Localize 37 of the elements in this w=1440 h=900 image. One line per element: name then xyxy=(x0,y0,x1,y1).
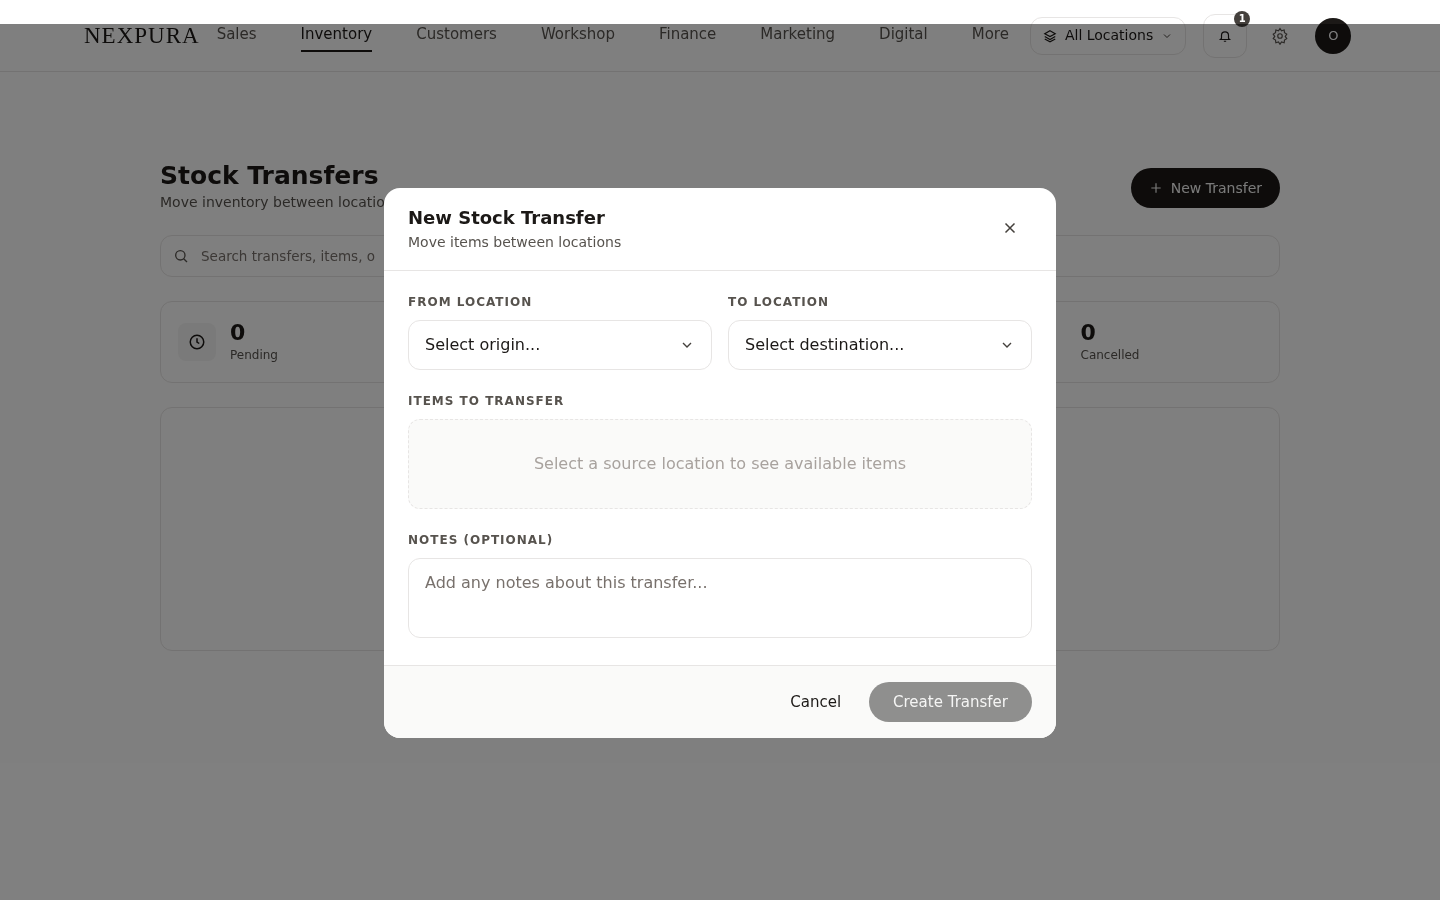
bell-icon xyxy=(1218,28,1233,43)
nav-link[interactable]: Customers xyxy=(416,19,497,52)
plus-icon xyxy=(1148,181,1163,195)
dialog-subtitle: Move items between locations xyxy=(408,233,622,252)
nav-link[interactable]: Sales xyxy=(216,19,257,52)
page-title: Stock Transfers xyxy=(160,160,380,192)
cancel-button[interactable]: Cancel xyxy=(774,682,858,722)
notification-badge: 1 xyxy=(1234,10,1251,27)
settings-icon[interactable] xyxy=(1271,26,1290,45)
nav-link[interactable]: Marketing xyxy=(760,19,836,52)
nav-link[interactable]: Inventory xyxy=(300,19,373,52)
location-selector[interactable]: All Locations xyxy=(1029,16,1187,55)
clock-icon xyxy=(178,323,216,361)
stat-value: 0 xyxy=(1080,320,1097,346)
field-label: TO LOCATION xyxy=(728,294,831,311)
stat-value: 0 xyxy=(230,320,247,346)
field-label: NOTES (OPTIONAL) xyxy=(408,532,555,549)
stat-label: Pending xyxy=(230,347,278,364)
new-transfer-button[interactable]: New Transfer xyxy=(1130,168,1280,208)
notes-field[interactable]: Add any notes about this transfer... xyxy=(408,558,1032,638)
layers-icon xyxy=(1042,28,1057,43)
location-select[interactable]: Select destination... xyxy=(728,320,1032,370)
dialog-title: New Stock Transfer xyxy=(408,206,606,230)
logo[interactable]: NEXPURA xyxy=(84,21,200,50)
nav-link[interactable]: Digital xyxy=(879,19,928,52)
avatar[interactable]: O xyxy=(1315,17,1352,54)
search-icon xyxy=(173,248,189,264)
stat-label: Cancelled xyxy=(1080,347,1141,364)
field-label: FROM LOCATION xyxy=(408,294,534,311)
field-label: ITEMS TO TRANSFER xyxy=(408,393,566,410)
empty-message: Select a source location to see available items xyxy=(533,453,907,475)
page-subtitle: Move inventory between locatio xyxy=(160,193,385,212)
nav-link[interactable]: Workshop xyxy=(540,19,615,52)
nav-link[interactable]: More xyxy=(971,19,1009,52)
notifications-button[interactable]: 1 xyxy=(1203,13,1248,58)
location-select[interactable]: Select origin... xyxy=(408,320,712,370)
nav-link[interactable]: Finance xyxy=(658,19,717,52)
